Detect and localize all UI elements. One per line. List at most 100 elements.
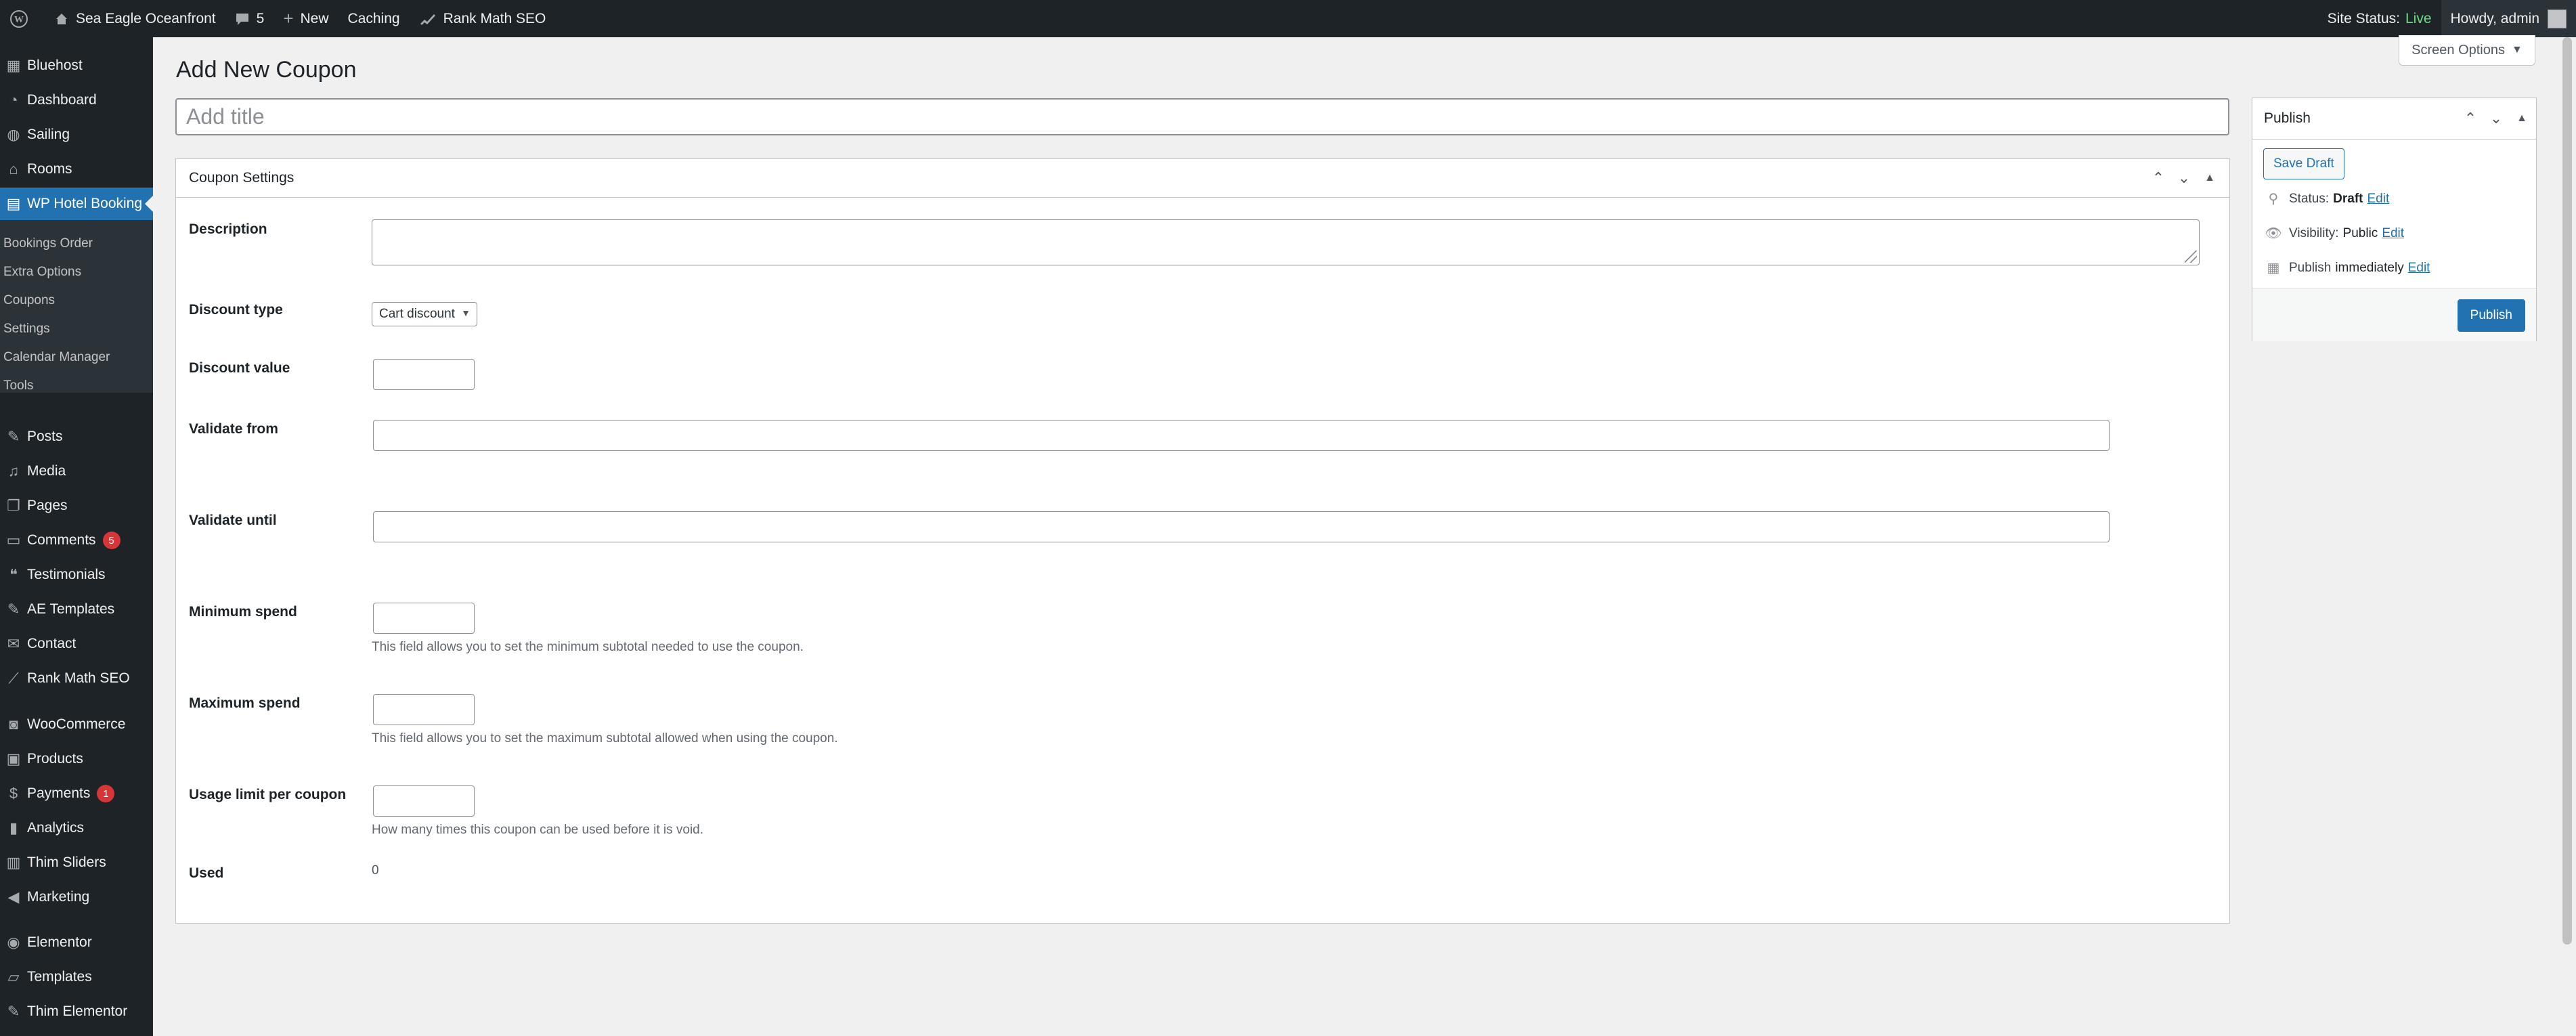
publish-button[interactable]: Publish	[2457, 299, 2525, 332]
submenu-extra-options[interactable]: Extra Options	[3, 265, 81, 280]
sidebar-item-label: Marketing	[27, 889, 90, 905]
sidebar-item-elementor[interactable]: ◉ Elementor	[0, 926, 153, 959]
save-draft-button[interactable]: Save Draft	[2263, 148, 2344, 179]
validate-from-input[interactable]	[373, 420, 2110, 451]
usage-limit-help: How many times this coupon can be used b…	[372, 823, 704, 837]
sidebar-item-label: AE Templates	[27, 601, 115, 617]
dollar-icon: $	[9, 785, 18, 802]
minimum-spend-label: Minimum spend	[189, 604, 297, 620]
sidebar-item-label: Sailing	[27, 127, 70, 142]
site-name: Sea Eagle Oceanfront	[76, 10, 216, 26]
edit-status-link[interactable]: Edit	[2367, 192, 2390, 207]
submenu-tools[interactable]: Tools	[3, 379, 33, 393]
sidebar-item-payments[interactable]: $ Payments 1	[0, 777, 153, 810]
maximum-spend-help: This field allows you to set the maximum…	[372, 731, 838, 746]
visibility-row: 👁 Visibility: Public Edit	[2263, 225, 2404, 242]
move-up-icon[interactable]: ⌃	[2145, 169, 2171, 187]
usage-limit-label: Usage limit per coupon	[189, 787, 347, 802]
sidebar-item-contact[interactable]: ✉ Contact	[0, 628, 153, 660]
page-scrollbar[interactable]	[2558, 37, 2576, 1036]
sidebar-item-label: WP Hotel Booking	[27, 196, 143, 211]
sidebar-item-label: Rooms	[27, 161, 72, 177]
move-up-icon[interactable]: ⌃	[2458, 110, 2483, 127]
submenu-coupons[interactable]: Coupons	[3, 293, 55, 308]
coupon-settings-box: Coupon Settings ⌃ ⌄ ▲ Description Discou…	[175, 158, 2230, 924]
screen-options-button[interactable]: Screen Options ▼	[2399, 35, 2535, 66]
sidebar-item-label: Templates	[27, 969, 92, 985]
archive-icon: ▣	[6, 750, 21, 767]
sidebar-item-rooms[interactable]: ⌂ Rooms	[0, 153, 153, 186]
home-icon: ⌂	[9, 160, 18, 177]
sidebar-item-bluehost[interactable]: ▦ Bluehost	[0, 49, 153, 82]
validate-until-input[interactable]	[373, 511, 2110, 542]
save-draft-label: Save Draft	[2273, 156, 2334, 171]
edit-publish-time-link[interactable]: Edit	[2408, 261, 2430, 276]
sidebar-item-label: Analytics	[27, 820, 85, 836]
admin-bar: W Sea Eagle Oceanfront 5 + New Caching R…	[0, 0, 2576, 37]
sidebar-item-comments[interactable]: ▭ Comments 5	[0, 524, 153, 557]
usage-limit-input[interactable]	[373, 785, 475, 817]
sidebar-item-products[interactable]: ▣ Products	[0, 743, 153, 775]
visibility-label: Visibility:	[2289, 225, 2339, 240]
coupon-settings-header: Coupon Settings ⌃ ⌄ ▲	[176, 159, 2229, 198]
sidebar-item-label: Payments	[27, 785, 91, 801]
site-name-link[interactable]: Sea Eagle Oceanfront	[45, 0, 225, 37]
sidebar-item-label: Posts	[27, 429, 63, 444]
sidebar-item-analytics[interactable]: ▮ Analytics	[0, 812, 153, 844]
validate-until-label: Validate until	[189, 513, 277, 528]
sidebar-item-testimonials[interactable]: ❝ Testimonials	[0, 559, 153, 591]
caching-link[interactable]: Caching	[339, 0, 410, 37]
site-status-link[interactable]: Site Status: Live	[2317, 0, 2441, 37]
move-down-icon[interactable]: ⌄	[2171, 169, 2197, 187]
caret-down-icon: ▼	[461, 307, 471, 318]
sidebar-item-dashboard[interactable]: ◔ Dashboard	[0, 84, 153, 116]
edit-visibility-link[interactable]: Edit	[2382, 226, 2404, 241]
payments-badge: 1	[97, 785, 115, 802]
coupon-settings-title: Coupon Settings	[189, 170, 294, 186]
resize-handle-icon[interactable]	[2185, 251, 2197, 263]
submenu-calendar-manager[interactable]: Calendar Manager	[3, 350, 110, 365]
sidebar-item-posts[interactable]: ✎ Posts	[0, 420, 153, 453]
sidebar-item-thim-sliders[interactable]: ▥ Thim Sliders	[0, 846, 153, 879]
sidebar-item-wp-hotel-booking[interactable]: ▤ WP Hotel Booking	[0, 188, 153, 220]
sidebar-item-woocommerce[interactable]: ◙ WooCommerce	[0, 708, 153, 741]
sidebar-item-ae-templates[interactable]: ✎ AE Templates	[0, 593, 153, 626]
rank-math-label: Rank Math SEO	[443, 10, 546, 26]
submenu-settings[interactable]: Settings	[3, 322, 50, 337]
sidebar-item-pages[interactable]: ❐ Pages	[0, 490, 153, 522]
pin-icon: ✎	[7, 601, 20, 618]
dashboard-icon: ◔	[9, 91, 18, 108]
sidebar-item-label: Media	[27, 463, 66, 479]
move-down-icon[interactable]: ⌄	[2483, 110, 2509, 127]
woocommerce-icon: ◙	[9, 716, 18, 733]
new-content-link[interactable]: + New	[274, 0, 338, 37]
discount-value-input[interactable]	[373, 359, 475, 390]
toggle-panel-icon[interactable]: ▲	[2509, 112, 2535, 125]
wordpress-logo-icon: W	[9, 9, 28, 28]
scrollbar-thumb[interactable]	[2562, 37, 2572, 945]
toggle-panel-icon[interactable]: ▲	[2197, 172, 2223, 184]
sidebar-item-sailing[interactable]: ◍ Sailing	[0, 118, 153, 151]
sidebar-item-templates[interactable]: ▱ Templates	[0, 961, 153, 993]
sidebar-item-thim-elementor[interactable]: ✎ Thim Elementor	[0, 995, 153, 1028]
elementor-icon: ◉	[7, 934, 20, 951]
comments-link[interactable]: 5	[225, 0, 274, 37]
publish-title: Publish	[2264, 110, 2311, 126]
maximum-spend-input[interactable]	[373, 694, 475, 725]
sidebar-item-media[interactable]: ♫ Media	[0, 455, 153, 488]
sidebar-item-rank-math-seo[interactable]: ⟋ Rank Math SEO	[0, 662, 153, 695]
used-label: Used	[189, 865, 224, 881]
coupon-title-input[interactable]	[175, 98, 2229, 135]
submenu-bookings-order[interactable]: Bookings Order	[3, 236, 93, 251]
rank-math-link[interactable]: Rank Math SEO	[410, 0, 556, 37]
slides-icon: ▥	[6, 854, 21, 871]
wordpress-logo-button[interactable]: W	[0, 0, 45, 37]
publish-time-value: immediately	[2335, 260, 2404, 275]
account-menu[interactable]: Howdy, admin	[2441, 0, 2576, 37]
description-textarea[interactable]	[372, 219, 2200, 265]
minimum-spend-input[interactable]	[373, 603, 475, 634]
site-status-value: Live	[2405, 10, 2432, 26]
sidebar-item-marketing[interactable]: ◀ Marketing	[0, 881, 153, 913]
pin-icon: ✎	[7, 428, 20, 445]
discount-type-select[interactable]: Cart discount ▼	[372, 302, 477, 326]
